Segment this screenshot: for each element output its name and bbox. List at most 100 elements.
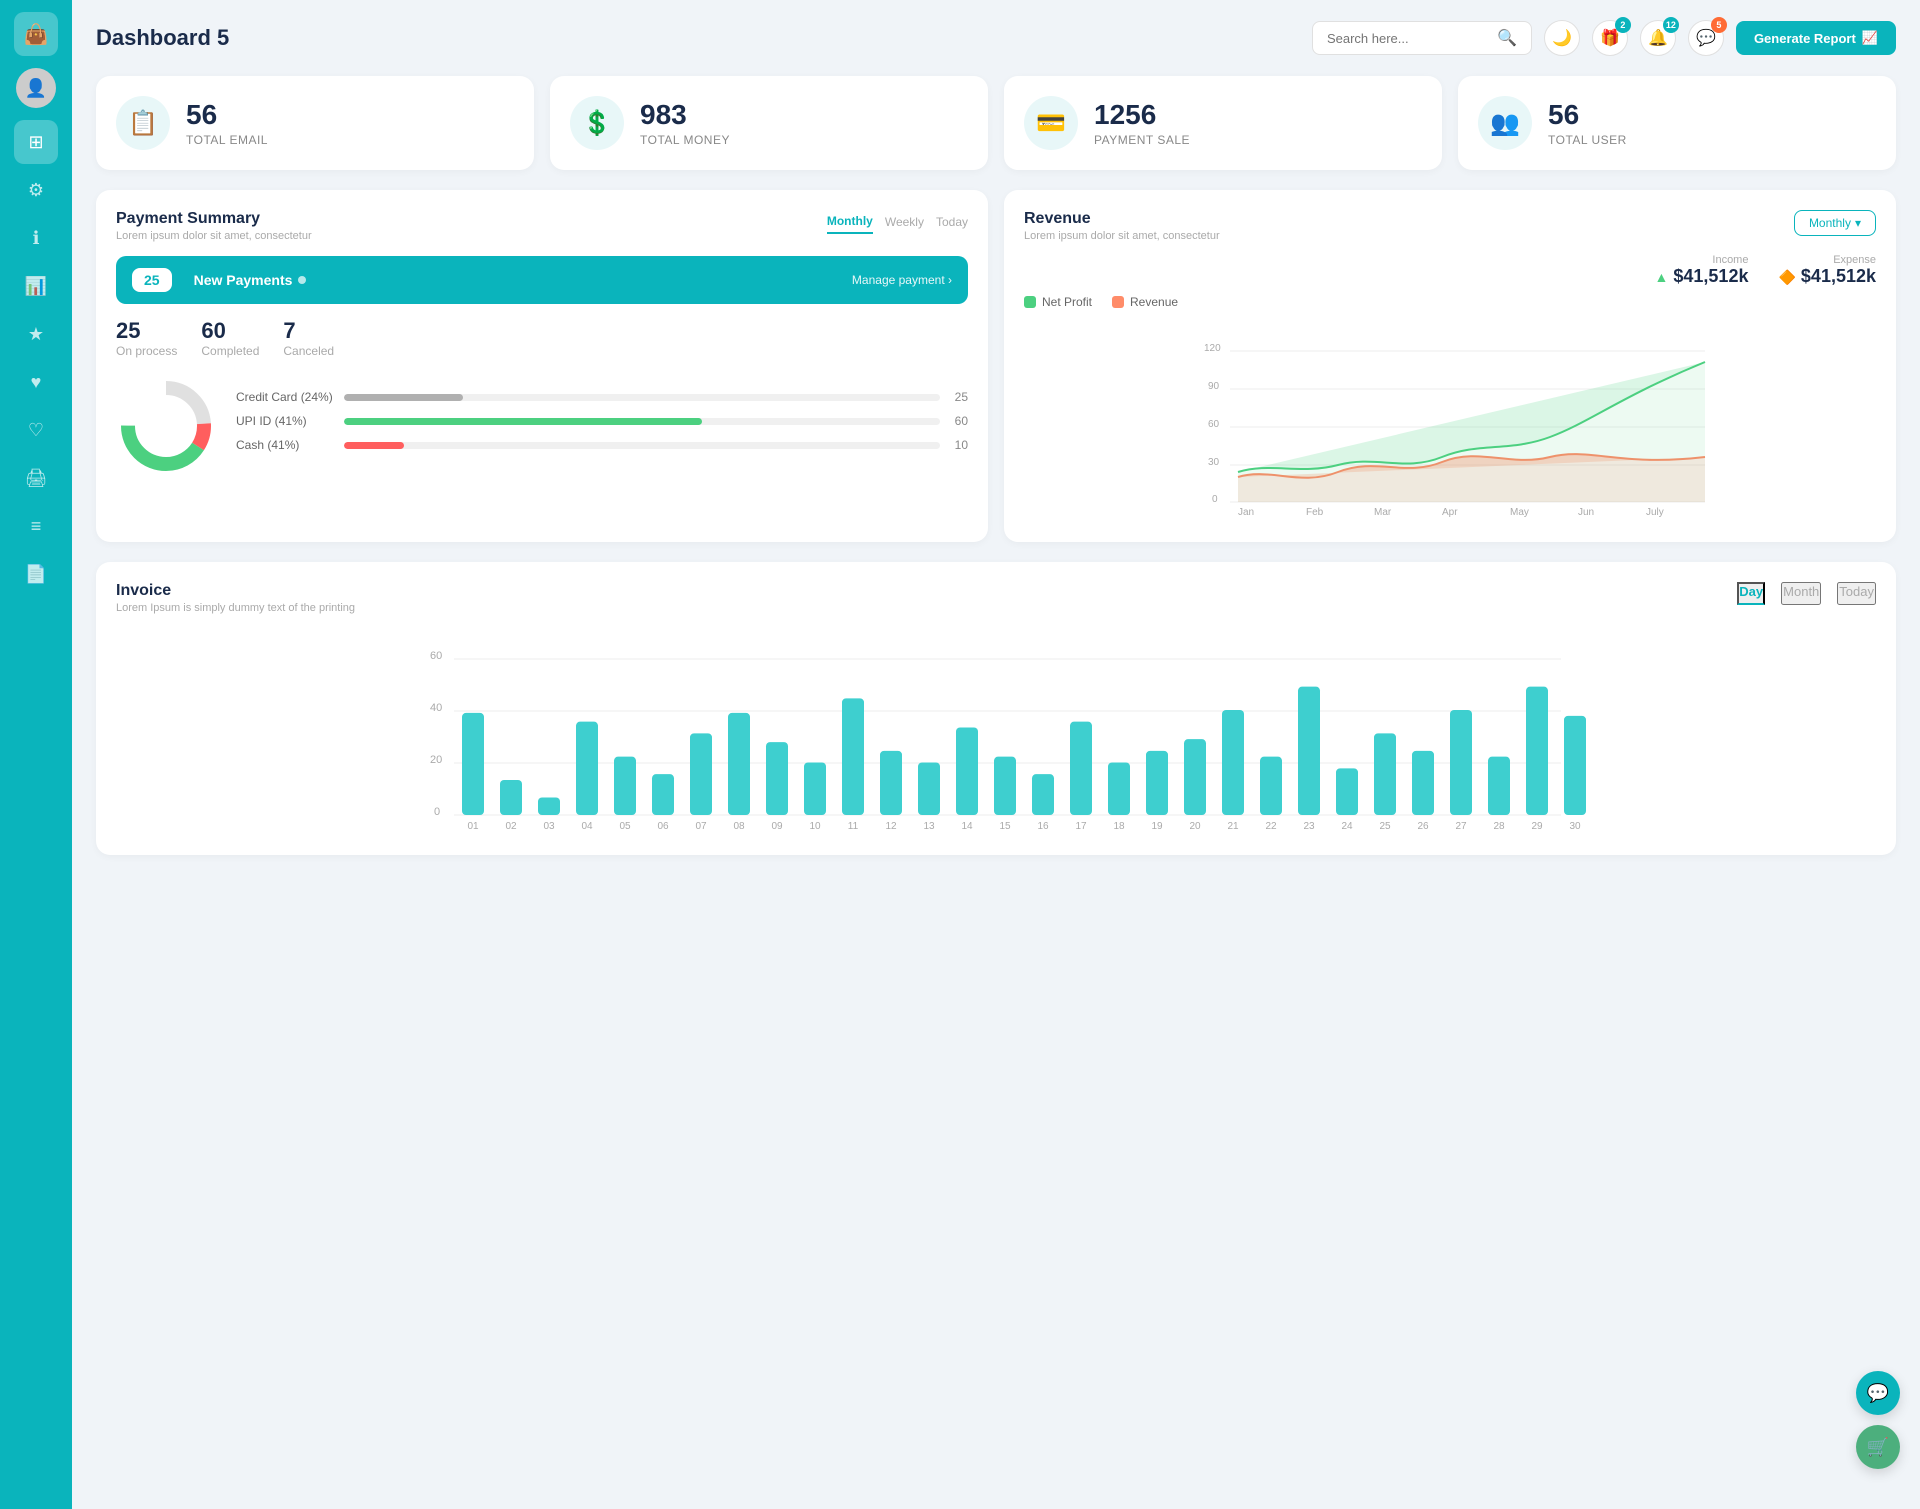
money-stat-label: TOTAL MONEY xyxy=(640,133,730,147)
new-payments-count: 25 xyxy=(132,268,172,292)
bar-03 xyxy=(538,798,560,816)
completed-label: Completed xyxy=(201,344,259,358)
sidebar-item-settings[interactable]: ⚙ xyxy=(14,168,58,212)
sidebar-logo[interactable]: 👜 xyxy=(14,12,58,56)
tab-today[interactable]: Today xyxy=(936,210,968,234)
bar-label-13: 13 xyxy=(923,821,935,832)
bar-label-08: 08 xyxy=(733,821,745,832)
bar-22 xyxy=(1260,757,1282,815)
income-arrow-icon: ▲ xyxy=(1655,269,1669,285)
bar-17 xyxy=(1070,722,1092,815)
bar-label-24: 24 xyxy=(1341,821,1353,832)
canceled-stat: 7 Canceled xyxy=(283,318,334,358)
bell-button[interactable]: 🔔 12 xyxy=(1640,20,1676,56)
new-payments-bar: 25 New Payments Manage payment › xyxy=(116,256,968,304)
bar-08 xyxy=(728,713,750,815)
expense-arrow-icon: 🔶 xyxy=(1778,269,1795,285)
svg-text:Jan: Jan xyxy=(1238,507,1254,518)
user-stat-label: TOTAL USER xyxy=(1548,133,1627,147)
manage-payment-link[interactable]: Manage payment › xyxy=(852,273,952,287)
sidebar-item-menu[interactable]: ≡ xyxy=(14,504,58,548)
donut-row: Credit Card (24%) 25 UPI ID (41%) 60 xyxy=(116,376,968,476)
bar-16 xyxy=(1032,774,1054,815)
bar-24 xyxy=(1336,768,1358,815)
heart-icon: ♥ xyxy=(31,372,42,393)
money-stat-info: 983 TOTAL MONEY xyxy=(640,99,730,147)
svg-text:0: 0 xyxy=(1212,494,1218,505)
bar-label-29: 29 xyxy=(1531,821,1543,832)
sidebar-item-heart2[interactable]: ♡ xyxy=(14,408,58,452)
sidebar-item-info[interactable]: ℹ xyxy=(14,216,58,260)
email-stat-icon: 📋 xyxy=(116,96,170,150)
bar-13 xyxy=(918,763,940,816)
bar-01 xyxy=(462,713,484,815)
bar-14 xyxy=(956,728,978,816)
prog-cash: Cash (41%) 10 xyxy=(236,438,968,452)
tab-weekly[interactable]: Weekly xyxy=(885,210,924,234)
bar-label-15: 15 xyxy=(999,821,1011,832)
chat-button[interactable]: 💬 5 xyxy=(1688,20,1724,56)
sidebar-item-heart[interactable]: ♥ xyxy=(14,360,58,404)
svg-text:Jun: Jun xyxy=(1578,507,1594,518)
payment-stat-label: PAYMENT SALE xyxy=(1094,133,1190,147)
prog-upi-bg xyxy=(344,418,940,425)
expense-value: 🔶 $41,512k xyxy=(1778,266,1876,287)
sidebar-avatar[interactable]: 👤 xyxy=(16,68,56,108)
invoice-header: Invoice Lorem Ipsum is simply dummy text… xyxy=(116,582,1876,614)
bar-25 xyxy=(1374,733,1396,815)
svg-text:Feb: Feb xyxy=(1306,507,1324,518)
invoice-subtitle: Lorem Ipsum is simply dummy text of the … xyxy=(116,602,355,614)
stat-card-money: 💲 983 TOTAL MONEY xyxy=(550,76,988,170)
prog-credit-label: Credit Card (24%) xyxy=(236,390,336,404)
invoice-tab-today[interactable]: Today xyxy=(1837,582,1876,605)
payment-summary-header: Payment Summary Lorem ipsum dolor sit am… xyxy=(116,210,968,242)
bar-07 xyxy=(690,733,712,815)
net-profit-label: Net Profit xyxy=(1042,295,1092,309)
cart-float-button[interactable]: 🛒 xyxy=(1856,1425,1900,1469)
sidebar-item-print[interactable]: 🖨 xyxy=(14,456,58,500)
payment-stat-icon: 💳 xyxy=(1024,96,1078,150)
sidebar-item-chart[interactable]: 📊 xyxy=(14,264,58,308)
invoice-tab-day[interactable]: Day xyxy=(1737,582,1765,605)
svg-text:30: 30 xyxy=(1208,457,1220,468)
bar-10 xyxy=(804,763,826,816)
dark-mode-toggle[interactable]: 🌙 xyxy=(1544,20,1580,56)
invoice-tab-month[interactable]: Month xyxy=(1781,582,1821,605)
email-stat-number: 56 xyxy=(186,99,268,131)
completed-stat: 60 Completed xyxy=(201,318,259,358)
revenue-card: Revenue Lorem ipsum dolor sit amet, cons… xyxy=(1004,190,1896,542)
bar-18 xyxy=(1108,763,1130,816)
tab-monthly[interactable]: Monthly xyxy=(827,210,873,234)
legend-net-profit: Net Profit xyxy=(1024,295,1092,309)
bar-19 xyxy=(1146,751,1168,815)
bar-28 xyxy=(1488,757,1510,815)
sidebar-item-dashboard[interactable]: ⊞ xyxy=(14,120,58,164)
income-expense-row: Income ▲ $41,512k Expense 🔶 $41,512k xyxy=(1024,254,1876,287)
search-box[interactable]: 🔍 xyxy=(1312,21,1532,55)
user-stat-number: 56 xyxy=(1548,99,1627,131)
svg-text:90: 90 xyxy=(1208,381,1220,392)
invoice-tabs: Day Month Today xyxy=(1737,582,1876,605)
generate-report-button[interactable]: Generate Report 📈 xyxy=(1736,21,1896,55)
sidebar: 👜 👤 ⊞ ⚙ ℹ 📊 ★ ♥ ♡ 🖨 ≡ 📄 xyxy=(0,0,72,1509)
svg-text:60: 60 xyxy=(430,650,442,662)
revenue-chart: 0 30 60 90 120 Jan Feb Mar Apr May Jun J… xyxy=(1024,317,1876,517)
sidebar-item-star[interactable]: ★ xyxy=(14,312,58,356)
print-icon: 🖨 xyxy=(25,468,48,489)
stat-card-email: 📋 56 TOTAL EMAIL xyxy=(96,76,534,170)
prog-credit-card: Credit Card (24%) 25 xyxy=(236,390,968,404)
search-input[interactable] xyxy=(1327,31,1489,46)
bar-27 xyxy=(1450,710,1472,815)
moon-icon: 🌙 xyxy=(1552,28,1572,48)
income-item: Income ▲ $41,512k xyxy=(1655,254,1749,287)
svg-text:July: July xyxy=(1646,507,1664,518)
gift-button[interactable]: 🎁 2 xyxy=(1592,20,1628,56)
revenue-title: Revenue xyxy=(1024,210,1220,228)
revenue-dropdown[interactable]: Monthly ▾ xyxy=(1794,210,1876,236)
svg-text:0: 0 xyxy=(434,806,440,818)
sidebar-item-list[interactable]: 📄 xyxy=(14,552,58,596)
svg-text:40: 40 xyxy=(430,702,442,714)
support-float-button[interactable]: 💬 xyxy=(1856,1371,1900,1415)
generate-report-label: Generate Report xyxy=(1754,31,1856,46)
chevron-down-icon: ▾ xyxy=(1855,216,1861,230)
